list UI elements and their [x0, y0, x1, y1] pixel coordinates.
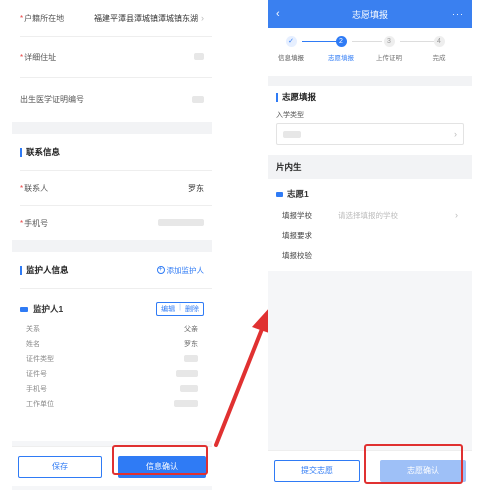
district-title: 片内生: [268, 155, 472, 179]
hukou-row[interactable]: *户籍所在地 福建平潭县潭城镇潭城镇东湖 ›: [12, 0, 212, 36]
guardian-field: 证件类型: [12, 351, 212, 366]
required-mark: *: [20, 183, 24, 193]
check-icon: ✓: [285, 36, 297, 47]
card-icon: [276, 191, 283, 197]
highlight-box: [364, 444, 463, 484]
wish-card-title: 志愿1: [287, 189, 309, 199]
edit-button[interactable]: 编辑: [157, 303, 179, 315]
contact-person-value: 罗东: [188, 183, 204, 193]
required-mark: *: [20, 52, 24, 62]
guardian-actions: 编辑 | 删除: [156, 302, 204, 316]
chevron-right-icon: ›: [455, 210, 458, 220]
contact-person-row[interactable]: *联系人 罗东: [12, 171, 212, 205]
guardian-card-header: 监护人1 编辑 | 删除: [12, 297, 212, 321]
contact-person-label: 联系人: [24, 183, 49, 193]
wish-section-header: 志愿填报: [268, 86, 472, 108]
card-icon: [20, 306, 28, 312]
masked-value: [176, 370, 198, 377]
guardian-section-title: 监护人信息: [26, 265, 69, 275]
back-icon[interactable]: ‹: [276, 8, 296, 20]
masked-value: [194, 52, 204, 60]
step-1: ✓ 信息填报: [278, 36, 304, 62]
address-row[interactable]: *详细住址: [12, 37, 212, 77]
hukou-value: 福建平潭县潭城镇潭城镇东湖: [94, 13, 198, 23]
masked-value: [184, 355, 198, 362]
school-label: 填报学校: [282, 210, 312, 220]
contact-section-title: 联系信息: [26, 147, 61, 157]
more-icon[interactable]: ···: [444, 9, 464, 19]
wish-section-title: 志愿填报: [282, 92, 317, 102]
delete-button[interactable]: 删除: [181, 303, 203, 315]
masked-value: [174, 400, 198, 407]
plus-circle-icon: +: [156, 266, 165, 274]
masked-value: [158, 218, 204, 226]
hukou-label: 户籍所在地: [24, 13, 65, 23]
requirement-row: 填报要求: [268, 225, 472, 245]
guardian-field: 手机号: [12, 381, 212, 396]
school-select-row[interactable]: 填报学校 请选择填报的学校 ›: [268, 205, 472, 225]
guardian-field: 证件号: [12, 366, 212, 381]
guardian-field: 工作单位: [12, 396, 212, 411]
chevron-right-icon: ›: [201, 13, 204, 23]
page-title: 志愿填报: [351, 9, 388, 20]
contact-section-header: 联系信息: [12, 134, 212, 170]
left-screen: *户籍所在地 福建平潭县潭城镇潭城镇东湖 › *详细住址 出生医学证明编号 联系…: [12, 0, 212, 490]
top-bar: ‹ 志愿填报 ···: [268, 0, 472, 28]
phone-label: 手机号: [24, 218, 49, 228]
step-4: 4 完成: [432, 36, 446, 62]
save-button[interactable]: 保存: [18, 455, 102, 478]
add-guardian-label: 添加监护人: [166, 265, 205, 275]
address-label: 详细住址: [24, 52, 57, 62]
masked-value: [192, 95, 204, 103]
guardian-field: 关系 父亲: [12, 321, 212, 336]
guardian-field: 姓名 罗东: [12, 336, 212, 351]
enroll-type-select[interactable]: ›: [276, 123, 464, 145]
required-mark: *: [20, 218, 24, 228]
enroll-type-label: 入学类型: [276, 112, 304, 119]
wish-card-header: 志愿1: [268, 183, 472, 205]
submit-wish-button[interactable]: 提交志愿: [274, 459, 360, 482]
guardian-card-title: 监护人1: [33, 304, 64, 314]
school-placeholder: 请选择填报的学校: [338, 210, 398, 220]
masked-value: [180, 385, 198, 392]
check-row: 填报校验: [268, 245, 472, 265]
required-mark: *: [20, 13, 24, 23]
step-2: 2 志愿填报: [328, 36, 354, 62]
chevron-right-icon: ›: [454, 129, 457, 139]
add-guardian-button[interactable]: + 添加监护人: [156, 265, 205, 276]
birth-cert-label: 出生医学证明编号: [20, 95, 84, 104]
step-3: 3 上传证明: [376, 36, 402, 62]
birth-cert-row[interactable]: 出生医学证明编号: [12, 78, 212, 122]
guardian-section-header: 监护人信息 + 添加监护人: [12, 252, 212, 288]
check-label: 填报校验: [282, 250, 312, 260]
highlight-box: [112, 445, 208, 475]
masked-value: [283, 130, 301, 138]
phone-row[interactable]: *手机号: [12, 206, 212, 240]
stepper: ✓ 信息填报 2 志愿填报 3 上传证明 4 完成: [268, 28, 472, 76]
right-screen: ‹ 志愿填报 ··· ✓ 信息填报 2 志愿填报 3 上传证明 4 完成 志愿填…: [268, 0, 472, 490]
requirement-label: 填报要求: [282, 230, 312, 240]
